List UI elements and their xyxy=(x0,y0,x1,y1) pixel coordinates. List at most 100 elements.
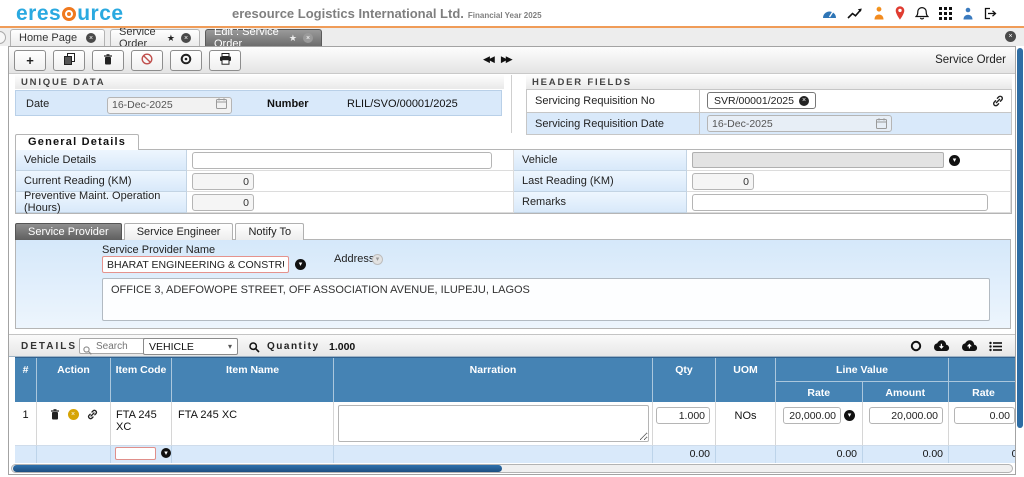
rate-dropdown-icon[interactable]: ▾ xyxy=(844,410,855,421)
requisition-no-chip[interactable]: SVR/00001/2025 × xyxy=(707,92,816,109)
previous-record-icon[interactable]: ◀◀ xyxy=(483,54,493,65)
vehicle-cell: ▾ xyxy=(687,150,1011,171)
eresource-logo: eresurce xyxy=(16,2,124,26)
line-amount-input[interactable] xyxy=(869,407,943,424)
cloud-download-icon[interactable] xyxy=(933,339,950,357)
analytics-chart-icon[interactable] xyxy=(847,7,863,20)
tab-close-icon[interactable]: × xyxy=(303,33,313,43)
tab-notify-to[interactable]: Notify To xyxy=(235,223,304,240)
page-title: Service Order xyxy=(935,54,1006,66)
date-input[interactable] xyxy=(107,97,232,114)
last-reading-input[interactable] xyxy=(692,173,754,190)
chip-remove-icon[interactable]: × xyxy=(799,96,809,106)
tab-service-provider[interactable]: Service Provider xyxy=(15,223,122,240)
address-expand-icon[interactable]: ▾ xyxy=(372,254,383,265)
row-rate2-cell xyxy=(949,402,1015,446)
logo-text-left: eres xyxy=(16,2,61,26)
tab-edit-service-order[interactable]: Edit : Service Order ★ × xyxy=(205,29,322,46)
col-item-code: Item Code xyxy=(111,358,171,381)
plus-icon: + xyxy=(26,53,34,68)
notifications-bell-icon[interactable] xyxy=(915,6,929,20)
logout-icon[interactable] xyxy=(984,7,998,20)
tab-service-order[interactable]: Service Order ★ × xyxy=(110,29,200,46)
lookup-search-icon[interactable] xyxy=(249,340,260,358)
vehicle-details-input[interactable] xyxy=(192,152,492,169)
tab-label: Service Order xyxy=(119,28,161,46)
close-all-tabs-icon[interactable]: × xyxy=(1005,31,1016,42)
remarks-input[interactable] xyxy=(692,194,988,211)
vehicle-combobox[interactable] xyxy=(692,152,944,168)
preventive-maint-input[interactable] xyxy=(192,194,254,211)
header-icon-strip xyxy=(822,6,998,20)
cancel-record-button[interactable] xyxy=(131,50,163,71)
row-narration-cell xyxy=(334,402,653,446)
col-qty: Qty xyxy=(653,358,715,381)
new-record-button[interactable]: + xyxy=(14,50,46,71)
delete-record-button[interactable] xyxy=(92,50,124,71)
preventive-maint-cell xyxy=(187,192,514,213)
item-filter-select[interactable]: VEHICLE ▾ xyxy=(143,338,238,355)
column-separator xyxy=(699,90,700,112)
tab-service-engineer[interactable]: Service Engineer xyxy=(124,223,234,240)
qty-input[interactable] xyxy=(656,407,710,424)
col-uom: UOM xyxy=(716,358,775,381)
tab-home-page[interactable]: Home Page × xyxy=(10,29,105,46)
toolbar-buttons: + xyxy=(14,50,241,71)
requisition-date-input[interactable] xyxy=(707,115,892,132)
next-record-icon[interactable]: ▶▶ xyxy=(501,54,511,65)
current-reading-input[interactable] xyxy=(192,173,254,190)
current-reading-label: Current Reading (KM) xyxy=(16,171,187,192)
horizontal-scrollbar-thumb[interactable] xyxy=(13,465,502,472)
header-fields-section-title: HEADER FIELDS xyxy=(526,75,1012,89)
select-arrow-icon: ▾ xyxy=(228,342,232,351)
vehicle-dropdown-icon[interactable]: ▾ xyxy=(949,155,960,166)
narration-textarea[interactable] xyxy=(338,405,649,442)
cloud-upload-icon[interactable] xyxy=(961,339,978,357)
location-pin-icon[interactable] xyxy=(895,6,905,20)
rate2-total: 0.00 xyxy=(1012,448,1015,460)
requisition-no-row: Servicing Requisition No SVR/00001/2025 … xyxy=(527,90,1011,112)
new-item-dropdown-icon[interactable]: ▾ xyxy=(161,448,171,458)
apps-grid-icon[interactable] xyxy=(939,7,952,20)
print-button[interactable] xyxy=(209,50,241,71)
favorite-star-icon[interactable]: ★ xyxy=(289,33,297,44)
tab-close-icon[interactable]: × xyxy=(86,33,96,43)
address-textarea[interactable]: OFFICE 3, ADEFOWOPE STREET, OFF ASSOCIAT… xyxy=(102,278,990,321)
clear-row-icon[interactable]: × xyxy=(68,409,79,420)
link-reference-icon[interactable] xyxy=(992,95,1004,110)
vertical-scrollbar[interactable] xyxy=(1017,46,1024,475)
refresh-circle-icon[interactable] xyxy=(910,339,922,357)
line-rate-input[interactable] xyxy=(783,407,841,424)
col-item-name: Item Name xyxy=(172,358,333,381)
record-navigation: ◀◀ ▶▶ xyxy=(483,54,511,65)
requisition-date-label: Servicing Requisition Date xyxy=(535,118,664,130)
row-link-icon[interactable] xyxy=(87,409,98,423)
vertical-scrollbar-thumb[interactable] xyxy=(1017,48,1023,428)
user-profile-icon[interactable] xyxy=(962,7,974,20)
copy-record-button[interactable] xyxy=(53,50,85,71)
favorite-star-icon[interactable]: ★ xyxy=(167,33,175,44)
general-details-tab[interactable]: General Details xyxy=(15,134,139,150)
column-separator xyxy=(699,113,700,134)
copy-icon xyxy=(64,53,75,68)
new-item-code-input[interactable] xyxy=(115,447,156,460)
requisition-no-label: Servicing Requisition No xyxy=(535,95,655,107)
user-activity-icon[interactable] xyxy=(873,6,885,20)
quantity-value: 1.000 xyxy=(329,341,355,353)
qty-total: 0.00 xyxy=(690,448,710,460)
details-toolbar: DETAILS VEHICLE ▾ Quantity 1.000 xyxy=(9,334,1015,357)
last-reading-cell xyxy=(687,171,1011,192)
tab-close-icon[interactable]: × xyxy=(181,33,191,43)
delete-row-icon[interactable] xyxy=(50,409,60,423)
dashboard-icon[interactable] xyxy=(822,7,837,20)
rate2-input[interactable] xyxy=(954,407,1015,424)
horizontal-scrollbar[interactable] xyxy=(11,464,1013,473)
service-provider-name-input[interactable] xyxy=(102,256,289,273)
provider-dropdown-icon[interactable]: ▾ xyxy=(295,259,306,270)
tab-scroll-left-button[interactable] xyxy=(0,31,6,44)
tab-label: Home Page xyxy=(19,32,80,44)
list-view-icon[interactable] xyxy=(989,339,1002,357)
record-status-button[interactable] xyxy=(170,50,202,71)
record-circle-icon xyxy=(180,53,192,68)
details-action-icons xyxy=(910,339,1002,357)
